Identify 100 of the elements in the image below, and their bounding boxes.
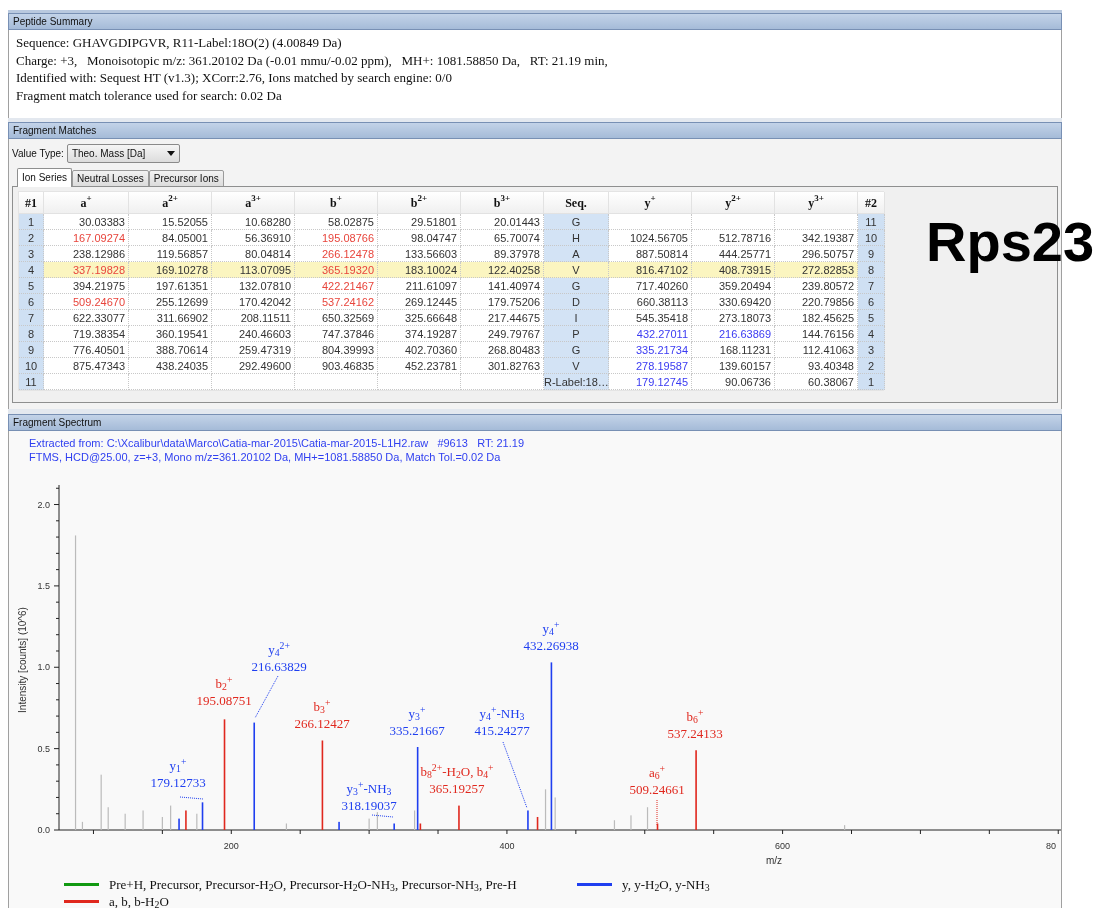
table-cell: 255.12699 (129, 294, 212, 310)
table-cell: 1024.56705 (609, 230, 692, 246)
table-cell: 240.46603 (212, 326, 295, 342)
sequence-cell: H (544, 230, 609, 246)
table-cell: 239.80572 (775, 278, 858, 294)
sequence-cell: G (544, 342, 609, 358)
column-header[interactable]: #2 (858, 192, 885, 214)
axis-tick-label: 200 (223, 841, 239, 851)
row-number: 6 (19, 294, 44, 310)
table-cell: 804.39993 (295, 342, 378, 358)
table-cell: 80.04814 (212, 246, 295, 262)
row-number: 11 (19, 374, 44, 390)
row-number: 5 (858, 310, 885, 326)
row-number: 9 (858, 246, 885, 262)
table-cell: 269.12445 (378, 294, 461, 310)
column-header[interactable]: b$^{3+}$ (461, 192, 544, 214)
table-cell: 211.61097 (378, 278, 461, 294)
axis-tick-label: 400 (499, 841, 515, 851)
column-header[interactable]: y$^{+}$ (609, 192, 692, 214)
caret-icon (166, 150, 175, 156)
leader-line (179, 796, 204, 800)
axis-tick-label: 80 (1046, 841, 1056, 851)
column-header[interactable]: y$^{2+}$ (692, 192, 775, 214)
table-cell: 119.56857 (129, 246, 212, 262)
table-cell: 122.40258 (461, 262, 544, 278)
table-cell: 170.42042 (212, 294, 295, 310)
column-header[interactable]: b$^{2+}$ (378, 192, 461, 214)
sequence-cell: D (544, 294, 609, 310)
summary-line: Charge: +3, Monoisotopic m/z: 361.20102 Da (-0.01 mmu/-0.02 ppm), MH+: 1081.58850 Da, RT: 21.19 min, (16, 51, 609, 69)
table-cell: 330.69420 (692, 294, 775, 310)
table-cell: 216.63869 (692, 326, 775, 342)
table-cell: 266.12478 (295, 246, 378, 262)
table-cell: 220.79856 (775, 294, 858, 310)
tab[interactable]: Ion Series (17, 168, 73, 187)
table-cell: 141.40974 (461, 278, 544, 294)
table-cell: 509.24670 (44, 294, 129, 310)
table-cell: 183.10024 (378, 262, 461, 278)
sequence-cell: I (544, 310, 609, 326)
row-number: 3 (19, 246, 44, 262)
table-cell: 402.70360 (378, 342, 461, 358)
column-header[interactable]: #1 (19, 192, 44, 214)
sequence-cell: G (544, 214, 609, 230)
table-cell: 272.82853 (775, 262, 858, 278)
value-type-dropdown[interactable]: Theo. Mass [Da] (66, 143, 180, 163)
table-cell: 747.37846 (295, 326, 378, 342)
summary-line: Sequence: GHAVGDIPGVR, R11-Label:18O(2) (4.00849 Da) (16, 34, 343, 52)
table-cell: 29.51801 (378, 214, 461, 230)
column-header[interactable]: a$^{3+}$ (212, 192, 295, 214)
column-header[interactable]: a$^{+}$ (44, 192, 129, 214)
table-cell: 650.32569 (295, 310, 378, 326)
table-cell: 337.19828 (44, 262, 129, 278)
table-cell: 208.11511 (212, 310, 295, 326)
leader-line (656, 799, 658, 827)
row-number: 6 (858, 294, 885, 310)
sequence-cell: R-Label:18… (544, 374, 609, 390)
row-number: 7 (19, 310, 44, 326)
table-cell: 301.82763 (461, 358, 544, 374)
table-cell: 182.45625 (775, 310, 858, 326)
table-cell: 179.12745 (609, 374, 692, 390)
table-cell: 365.19320 (295, 262, 378, 278)
summary-line: Fragment match tolerance used for search: 0.02 Da (16, 86, 283, 104)
row-number: 4 (858, 326, 885, 342)
row-number: 9 (19, 342, 44, 358)
column-header[interactable]: a$^{2+}$ (129, 192, 212, 214)
panel-header: Peptide Summary (8, 13, 1062, 30)
legend-label: y, y-H$_{2}$O, y-NH$_{3}$ (622, 877, 710, 892)
table-cell: 374.19287 (378, 326, 461, 342)
table-cell: 545.35418 (609, 310, 692, 326)
mz-label: 365.19257 (429, 780, 485, 797)
mz-label: 335.21667 (389, 722, 445, 739)
table-cell: 359.20494 (692, 278, 775, 294)
mz-label: 537.24133 (667, 725, 723, 742)
table-cell: 65.70074 (461, 230, 544, 246)
sequence-cell: P (544, 326, 609, 342)
column-header[interactable]: b$^{+}$ (295, 192, 378, 214)
table-cell: 512.78716 (692, 230, 775, 246)
row-number: 8 (858, 262, 885, 278)
table-cell: 169.10278 (129, 262, 212, 278)
row-number: 4 (19, 262, 44, 278)
mz-label: 195.08751 (196, 692, 252, 709)
table-cell: 408.73915 (692, 262, 775, 278)
summary-line: Identified with: Sequest HT (v1.3); XCorr:2.76, Ions matched by search engine: 0/0 (16, 69, 453, 87)
table-cell: 660.38113 (609, 294, 692, 310)
sequence-cell: A (544, 246, 609, 262)
table-cell: 452.23781 (378, 358, 461, 374)
table-cell: 179.75206 (461, 294, 544, 310)
spectrum-info: Extracted from: C:\Xcalibur\data\Marco\Catia-mar-2015\Catia-mar-2015-L1H2.raw #9613 RT: 21.19 (29, 436, 525, 450)
table-cell: 10.68280 (212, 214, 295, 230)
column-header[interactable]: Seq. (544, 192, 609, 214)
table-cell: 342.19387 (775, 230, 858, 246)
table-cell: 144.76156 (775, 326, 858, 342)
table-cell: 278.19587 (609, 358, 692, 374)
table-cell: 268.80483 (461, 342, 544, 358)
row-number: 7 (858, 278, 885, 294)
table-cell: 133.56603 (378, 246, 461, 262)
table-cell: 56.36910 (212, 230, 295, 246)
column-header[interactable]: y$^{3+}$ (775, 192, 858, 214)
sequence-cell: G (544, 278, 609, 294)
table-cell: 296.50757 (775, 246, 858, 262)
table-cell: 717.40260 (609, 278, 692, 294)
